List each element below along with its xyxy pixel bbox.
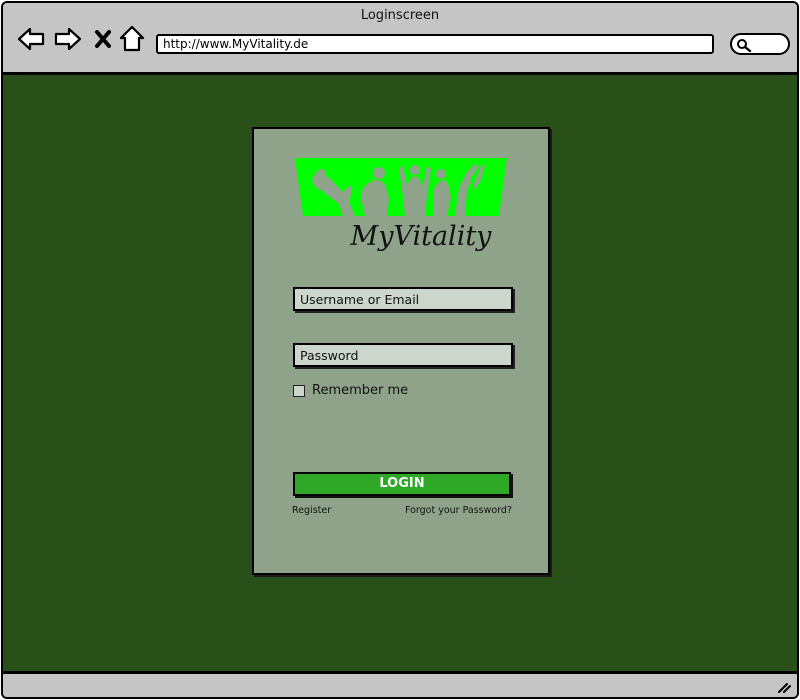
page-viewport: MyVitality Remember me LOGIN Register Fo… — [3, 75, 797, 673]
resize-grip-icon[interactable] — [777, 681, 791, 693]
login-button[interactable]: LOGIN — [293, 472, 511, 496]
close-icon[interactable] — [89, 25, 117, 53]
search-icon — [737, 39, 752, 52]
login-panel: MyVitality Remember me LOGIN Register Fo… — [252, 127, 550, 575]
address-bar[interactable]: http://www.MyVitality.de — [156, 34, 714, 54]
browser-toolbar: Loginscreen http://www.MyVitality.de — [3, 3, 797, 75]
password-field[interactable] — [293, 343, 513, 367]
back-arrow-icon[interactable] — [17, 25, 45, 53]
logo-image — [295, 158, 507, 216]
browser-window: Loginscreen http://www.MyVitality.de MyV… — [1, 1, 799, 699]
remember-me-option[interactable]: Remember me — [293, 383, 408, 398]
remember-me-checkbox[interactable] — [293, 384, 305, 397]
forward-arrow-icon[interactable] — [54, 25, 82, 53]
search-button[interactable] — [730, 33, 790, 55]
status-bar — [3, 671, 797, 697]
home-icon[interactable] — [118, 25, 146, 53]
username-field[interactable] — [293, 287, 513, 311]
register-link[interactable]: Register — [292, 505, 331, 516]
brand-name: MyVitality — [350, 221, 492, 252]
window-title: Loginscreen — [360, 8, 440, 23]
remember-me-label: Remember me — [312, 383, 409, 398]
forgot-password-link[interactable]: Forgot your Password? — [405, 505, 512, 516]
